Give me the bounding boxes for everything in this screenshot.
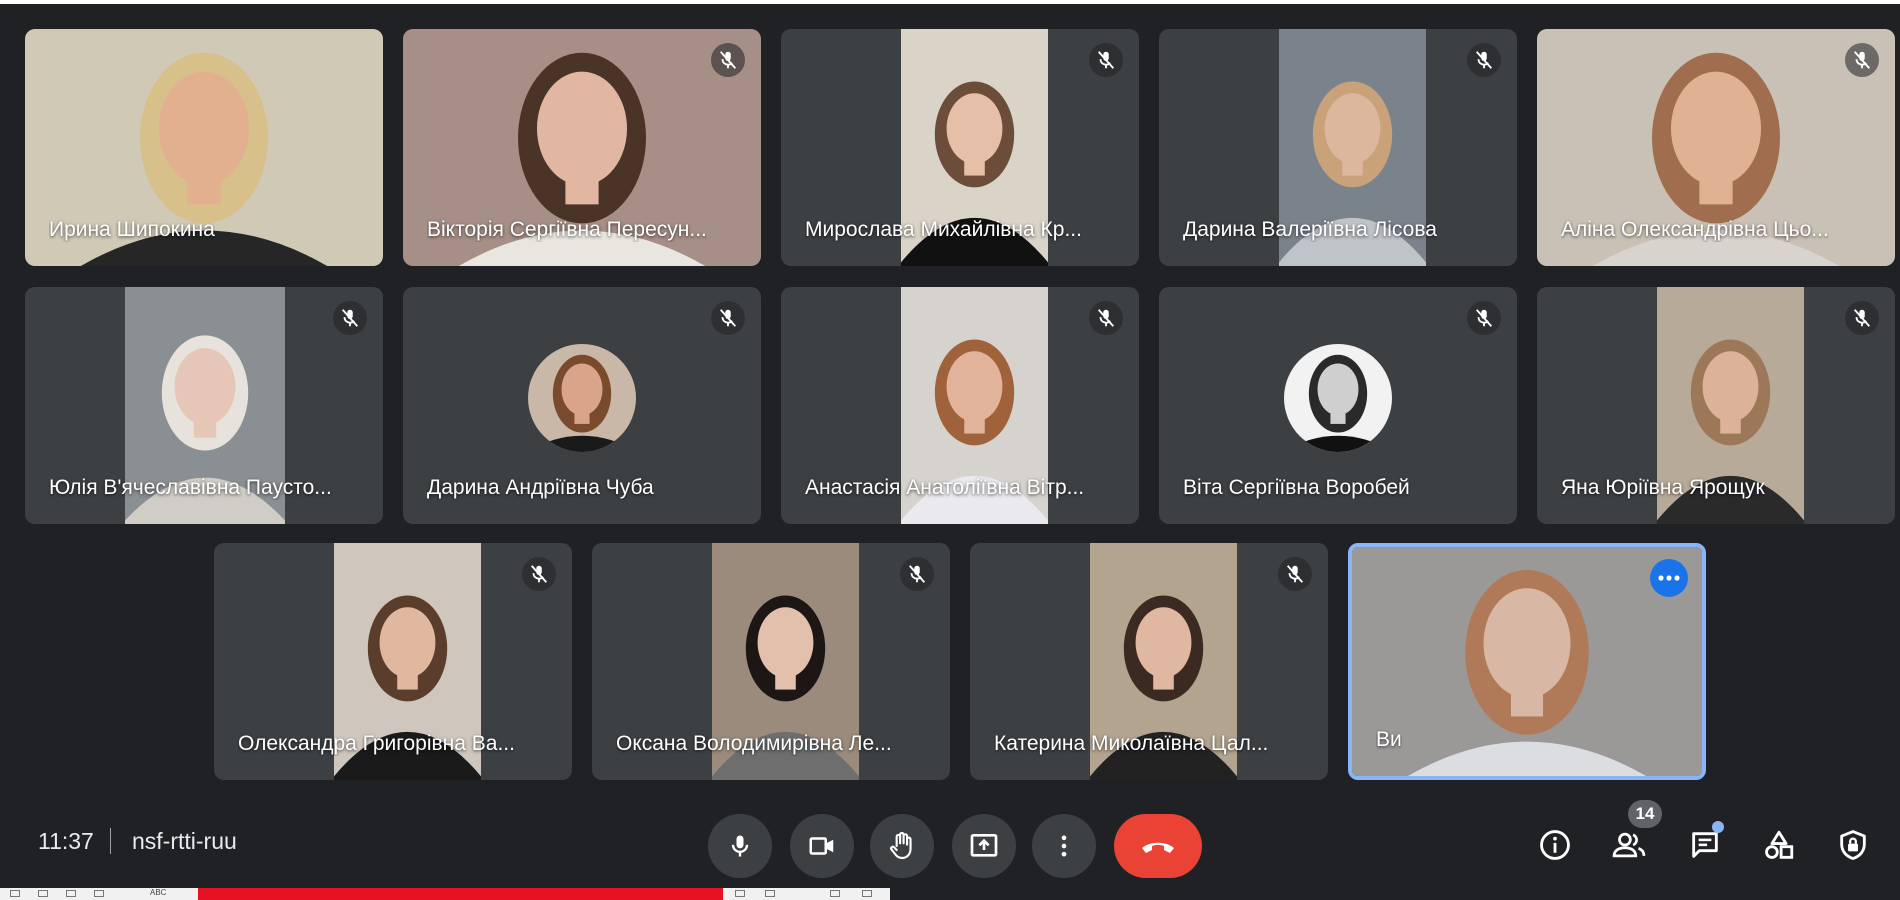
- participant-name: Ирина Шипокина: [49, 218, 215, 241]
- mic-off-icon: [1097, 309, 1115, 327]
- more-horiz-icon: [1658, 575, 1680, 581]
- muted-indicator: [1278, 557, 1312, 591]
- mic-off-icon: [908, 565, 926, 583]
- mic-off-icon: [719, 309, 737, 327]
- participant-name: Дарина Валеріївна Лісова: [1183, 218, 1437, 241]
- restore-icon[interactable]: [765, 890, 775, 897]
- avatar: [528, 343, 636, 452]
- camera-icon: [809, 837, 834, 855]
- chat-icon: [1692, 832, 1718, 858]
- participant-tile[interactable]: Анастасія Анатоліївна Вітр...: [781, 287, 1139, 524]
- people-icon: [1612, 832, 1646, 858]
- participant-tile[interactable]: Юлія В'ячеславівна Паусто...: [25, 287, 383, 524]
- participant-name: Катерина Миколаївна Цал...: [994, 732, 1269, 755]
- participant-tile[interactable]: Мирослава Михайлівна Кр...: [781, 29, 1139, 266]
- more-vert-icon: [1061, 835, 1067, 857]
- document-icon[interactable]: [94, 890, 104, 897]
- muted-indicator: [1467, 43, 1501, 77]
- more-options-button[interactable]: [1032, 814, 1096, 878]
- mic-off-icon: [1475, 309, 1493, 327]
- bottom-control-bar: 11:37 nsf-rtti-ruu 14: [0, 790, 1900, 890]
- participant-name: Яна Юріївна Ярощук: [1561, 476, 1765, 499]
- participant-tile[interactable]: Дарина Андріївна Чуба: [403, 287, 761, 524]
- self-video-tile[interactable]: Ви: [1348, 543, 1706, 780]
- participant-name: Юлія В'ячеславівна Паусто...: [49, 476, 332, 499]
- participant-tile[interactable]: Олександра Григорівна Ва...: [214, 543, 572, 780]
- info-icon: [1540, 830, 1570, 860]
- participant-tile[interactable]: Дарина Валеріївна Лісова: [1159, 29, 1517, 266]
- mic-off-icon: [530, 565, 548, 583]
- taskbar-label: ABC: [150, 888, 167, 897]
- folder-icon[interactable]: [66, 890, 76, 897]
- mic-off-icon: [1853, 309, 1871, 327]
- mic-off-icon: [719, 51, 737, 69]
- participant-tile[interactable]: Віта Сергіївна Воробей: [1159, 287, 1517, 524]
- divider: [110, 828, 111, 854]
- undo-icon[interactable]: [38, 890, 48, 897]
- present-screen-button[interactable]: [952, 814, 1016, 878]
- participant-name: Аліна Олександрівна Цьо...: [1561, 218, 1829, 241]
- unread-dot: [1712, 821, 1724, 833]
- tile-options-button[interactable]: [1650, 559, 1688, 597]
- meeting-code: nsf-rtti-ruu: [132, 828, 237, 854]
- mic-off-icon: [1097, 51, 1115, 69]
- participant-tile[interactable]: Ирина Шипокина: [25, 29, 383, 266]
- back-icon[interactable]: [10, 890, 20, 897]
- mic-off-icon: [1475, 51, 1493, 69]
- muted-indicator: [1845, 43, 1879, 77]
- mic-off-icon: [341, 309, 359, 327]
- meeting-time: 11:37: [38, 828, 94, 854]
- muted-indicator: [333, 301, 367, 335]
- camera-button[interactable]: [790, 814, 854, 878]
- participant-name: Анастасія Анатоліївна Вітр...: [805, 476, 1085, 499]
- window-top-edge: [0, 0, 1900, 4]
- close-icon[interactable]: [862, 890, 872, 897]
- participant-name: Віта Сергіївна Воробей: [1183, 476, 1410, 499]
- mic-off-icon: [1286, 565, 1304, 583]
- participant-name: Мирослава Михайлівна Кр...: [805, 218, 1082, 241]
- meet-window: Ирина Шипокина Вікторія Сергіївна Пересун…: [0, 0, 1900, 900]
- muted-indicator: [711, 43, 745, 77]
- muted-indicator: [1467, 301, 1501, 335]
- muted-indicator: [711, 301, 745, 335]
- meeting-details-button[interactable]: [1530, 820, 1580, 870]
- muted-indicator: [900, 557, 934, 591]
- raise-hand-button[interactable]: [870, 814, 934, 878]
- leave-call-button[interactable]: [1114, 814, 1202, 878]
- maximize-icon[interactable]: [830, 890, 840, 897]
- avatar: [1284, 343, 1392, 452]
- participant-name: Вікторія Сергіївна Пересун...: [427, 218, 707, 241]
- participant-name: Дарина Андріївна Чуба: [427, 476, 654, 499]
- activities-button[interactable]: [1754, 820, 1804, 870]
- participant-name: Ви: [1376, 728, 1402, 751]
- activities-shapes-icon: [1765, 830, 1794, 859]
- participant-name: Оксана Володимирівна Ле...: [616, 732, 892, 755]
- host-controls-button[interactable]: [1828, 820, 1878, 870]
- mic-off-icon: [1853, 51, 1871, 69]
- shield-lock-icon: [1840, 830, 1866, 860]
- participant-tile[interactable]: Яна Юріївна Ярощук: [1537, 287, 1895, 524]
- muted-indicator: [1845, 301, 1879, 335]
- microphone-icon: [731, 835, 749, 857]
- muted-indicator: [1089, 301, 1123, 335]
- hang-up-icon: [1142, 842, 1174, 853]
- participant-name: Олександра Григорівна Ва...: [238, 732, 515, 755]
- participant-tile[interactable]: Аліна Олександрівна Цьо...: [1537, 29, 1895, 266]
- participant-tile[interactable]: Катерина Миколаївна Цал...: [970, 543, 1328, 780]
- video-feed: [528, 343, 636, 452]
- participant-tile[interactable]: Оксана Володимирівна Ле...: [592, 543, 950, 780]
- participants-count-badge: 14: [1628, 800, 1662, 828]
- microphone-button[interactable]: [708, 814, 772, 878]
- hand-icon: [890, 831, 912, 860]
- help-icon[interactable]: [735, 890, 745, 897]
- muted-indicator: [1089, 43, 1123, 77]
- present-screen-icon: [970, 834, 998, 857]
- muted-indicator: [522, 557, 556, 591]
- video-feed: [1284, 343, 1392, 452]
- participant-tile[interactable]: Вікторія Сергіївна Пересун...: [403, 29, 761, 266]
- os-taskbar: ABC: [0, 888, 890, 900]
- taskbar-active-window[interactable]: [198, 888, 723, 900]
